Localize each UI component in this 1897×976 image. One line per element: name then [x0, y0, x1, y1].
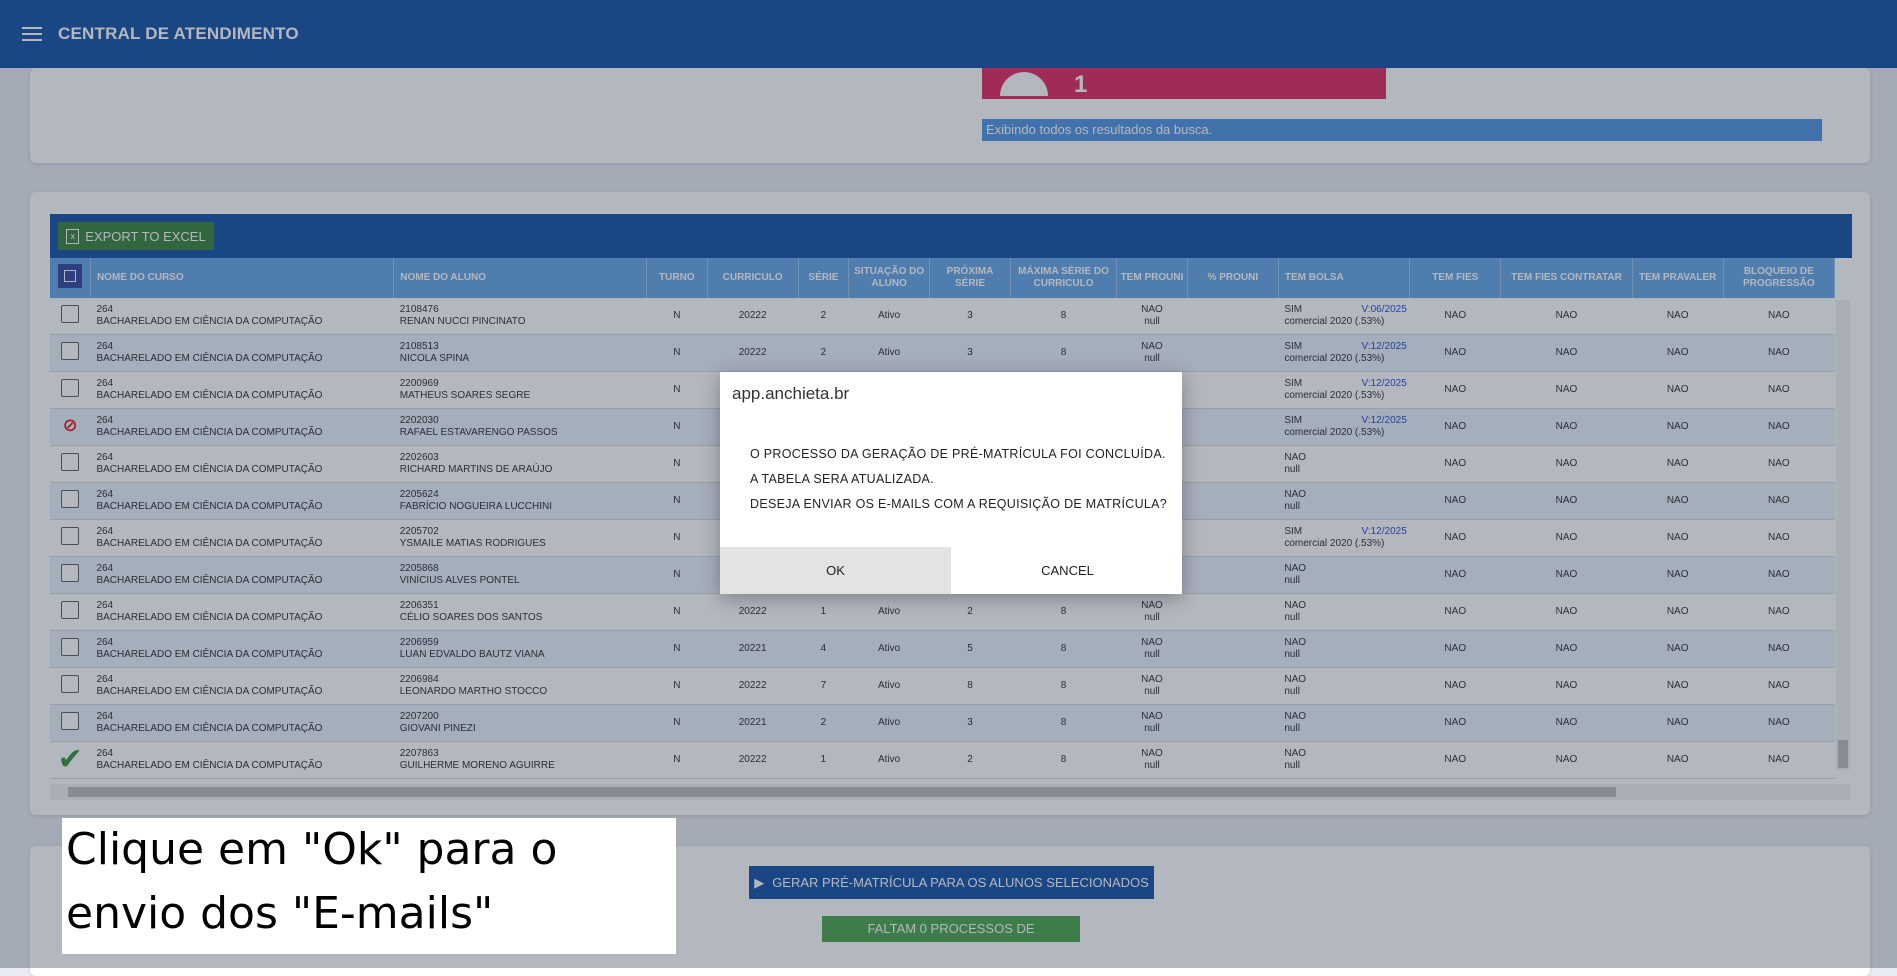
dialog-line-2: A TABELA SERA ATUALIZADA.	[750, 472, 934, 486]
dialog-line-3: DESEJA ENVIAR OS E-MAILS COM A REQUISIÇÃ…	[750, 497, 1168, 511]
confirm-dialog: app.anchieta.br O PROCESSO DA GERAÇÃO DE…	[720, 372, 1182, 594]
dialog-origin: app.anchieta.br	[732, 384, 850, 403]
tutorial-caption: Clique em "Ok" para o envio dos "E-mails…	[62, 818, 676, 954]
dialog-cancel-button[interactable]: CANCEL	[953, 547, 1182, 594]
dialog-line-1: O PROCESSO DA GERAÇÃO DE PRÉ-MATRÍCULA F…	[750, 447, 1166, 461]
dialog-ok-button[interactable]: OK	[720, 547, 951, 594]
dialog-message: O PROCESSO DA GERAÇÃO DE PRÉ-MATRÍCULA F…	[750, 442, 1167, 517]
